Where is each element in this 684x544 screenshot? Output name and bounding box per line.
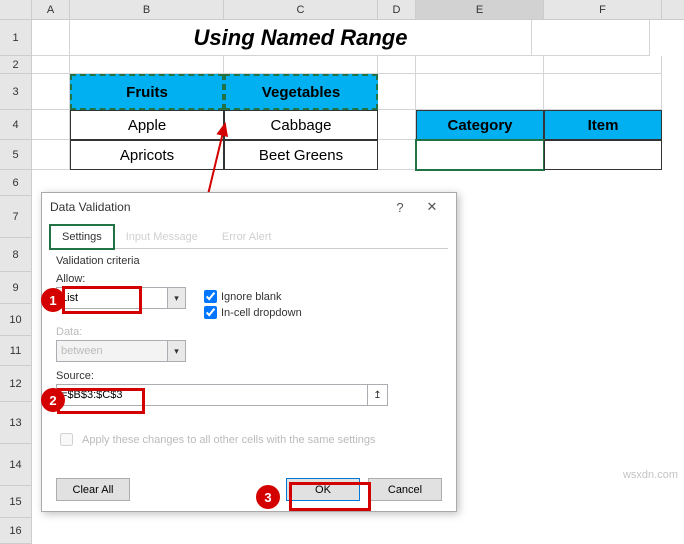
close-button[interactable]: ✕ [416, 193, 448, 221]
cell[interactable] [32, 140, 70, 170]
criteria-label: Validation criteria [56, 255, 442, 267]
ignore-blank-checkbox[interactable] [204, 290, 217, 303]
row-header-9[interactable]: 9 [0, 272, 32, 304]
veg-cell[interactable]: Beet Greens [224, 140, 378, 170]
chevron-down-icon[interactable]: ▾ [167, 288, 185, 308]
row-header-13[interactable]: 13 [0, 402, 32, 444]
fruit-cell[interactable]: Apricots [70, 140, 224, 170]
cell[interactable] [544, 56, 662, 74]
column-headers: A B C D E F [0, 0, 684, 20]
data-combo: ▾ [56, 340, 186, 362]
row-header-11[interactable]: 11 [0, 336, 32, 366]
vegetables-header[interactable]: Vegetables [224, 74, 378, 110]
veg-cell[interactable]: Cabbage [224, 110, 378, 140]
row-header-1[interactable]: 1 [0, 20, 32, 56]
row-header-6[interactable]: 6 [0, 170, 32, 196]
col-header-f[interactable]: F [544, 0, 662, 19]
col-header-c[interactable]: C [224, 0, 378, 19]
row-header-8[interactable]: 8 [0, 238, 32, 272]
active-cell-e5[interactable] [416, 140, 544, 170]
grid: Using Named Range Fruits Vegetables Appl… [32, 20, 662, 170]
col-header-a[interactable]: A [32, 0, 70, 19]
row-header-10[interactable]: 10 [0, 304, 32, 336]
row-header-7[interactable]: 7 [0, 196, 32, 238]
step-badge-1: 1 [41, 288, 65, 312]
ignore-blank-label: Ignore blank [221, 291, 282, 303]
data-label: Data: [56, 326, 442, 338]
cell[interactable] [378, 140, 416, 170]
col-header-b[interactable]: B [70, 0, 224, 19]
cell[interactable] [32, 74, 70, 110]
row-header-5[interactable]: 5 [0, 140, 32, 170]
apply-changes-row: Apply these changes to all other cells w… [56, 430, 442, 449]
incell-dropdown-check[interactable]: In-cell dropdown [204, 306, 302, 319]
cell[interactable] [544, 74, 662, 110]
row-header-4[interactable]: 4 [0, 110, 32, 140]
row-header-14[interactable]: 14 [0, 444, 32, 486]
cell[interactable] [70, 56, 224, 74]
dialog-tabs: Settings Input Message Error Alert [50, 225, 448, 249]
tab-input-message[interactable]: Input Message [114, 225, 210, 249]
fruits-header[interactable]: Fruits [70, 74, 224, 110]
cell[interactable] [32, 110, 70, 140]
source-label: Source: [56, 370, 442, 382]
data-value [57, 345, 167, 357]
allow-label: Allow: [56, 273, 442, 285]
cell[interactable] [32, 56, 70, 74]
data-validation-dialog: Data Validation ? ✕ Settings Input Messa… [41, 192, 457, 512]
col-header-d[interactable]: D [378, 0, 416, 19]
row-headers: 1 2 3 4 5 6 7 8 9 10 11 12 13 14 15 16 [0, 20, 32, 544]
cell[interactable] [532, 20, 650, 56]
dialog-title: Data Validation [50, 200, 131, 214]
row-header-3[interactable]: 3 [0, 74, 32, 110]
clear-all-button[interactable]: Clear All [56, 478, 130, 501]
cancel-button[interactable]: Cancel [368, 478, 442, 501]
apply-changes-label: Apply these changes to all other cells w… [82, 434, 376, 446]
cell[interactable] [416, 56, 544, 74]
apply-changes-checkbox [60, 433, 73, 446]
watermark: wsxdn.com [623, 469, 678, 481]
tab-settings[interactable]: Settings [50, 225, 114, 249]
row-header-16[interactable]: 16 [0, 518, 32, 544]
cell[interactable] [378, 56, 416, 74]
select-all-corner[interactable] [0, 0, 32, 19]
dialog-titlebar[interactable]: Data Validation ? ✕ [42, 193, 456, 221]
cell[interactable] [378, 110, 416, 140]
highlight-box-ok [289, 482, 371, 511]
highlight-box-allow [62, 286, 142, 314]
range-picker-icon[interactable]: ↥ [367, 385, 387, 405]
cell-f5[interactable] [544, 140, 662, 170]
cell[interactable] [224, 56, 378, 74]
item-header[interactable]: Item [544, 110, 662, 140]
incell-checkbox[interactable] [204, 306, 217, 319]
row-header-2[interactable]: 2 [0, 56, 32, 74]
cell[interactable] [32, 20, 70, 56]
col-header-e[interactable]: E [416, 0, 544, 19]
fruit-cell[interactable]: Apple [70, 110, 224, 140]
row-header-12[interactable]: 12 [0, 366, 32, 402]
cell[interactable] [416, 74, 544, 110]
tab-error-alert[interactable]: Error Alert [210, 225, 284, 249]
highlight-box-source [57, 388, 145, 414]
step-badge-3: 3 [256, 485, 280, 509]
ignore-blank-check[interactable]: Ignore blank [204, 290, 302, 303]
row-header-15[interactable]: 15 [0, 486, 32, 518]
cell[interactable] [378, 74, 416, 110]
page-title[interactable]: Using Named Range [70, 20, 532, 56]
step-badge-2: 2 [41, 388, 65, 412]
help-button[interactable]: ? [384, 193, 416, 221]
chevron-down-icon: ▾ [167, 341, 185, 361]
incell-label: In-cell dropdown [221, 307, 302, 319]
category-header[interactable]: Category [416, 110, 544, 140]
